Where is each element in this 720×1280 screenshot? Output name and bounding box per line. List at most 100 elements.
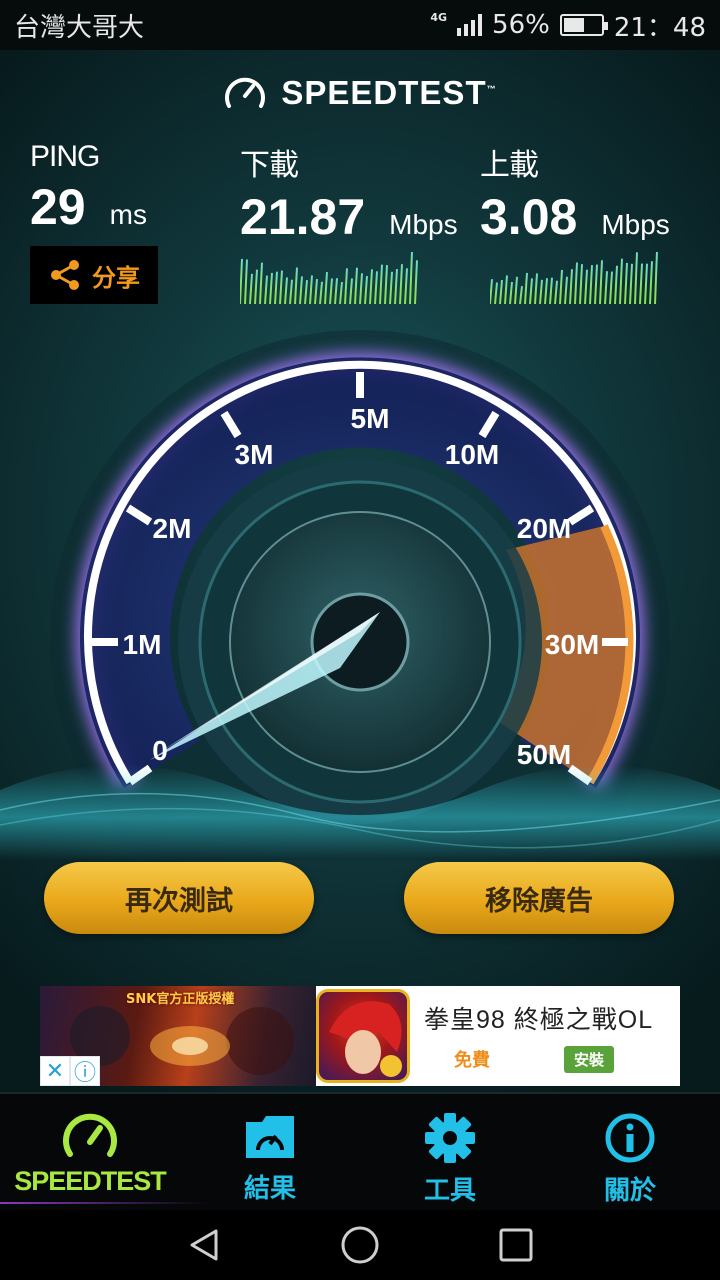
sparkline-bar [304,280,308,304]
sparkline-bar [294,267,298,304]
recents-button[interactable] [498,1227,534,1263]
sparkline-bar [524,272,528,304]
sparkline-bar [594,264,598,304]
sparkline-bar [269,272,273,304]
sparkline-bar [309,275,313,304]
sparkline-bar [399,264,403,304]
ad-price: 免費 [454,1050,490,1071]
sparkline-bar [349,278,353,304]
sparkline-bar [334,278,338,304]
ping-label: PING [30,140,100,173]
battery-percent: 56% [492,10,550,40]
tick-label-5m: 5M [351,403,390,434]
battery-icon [559,14,608,36]
sparkline-bar [274,271,278,304]
ad-promo-image[interactable]: SNK官方正版授權 ✕ ⓘ [40,986,316,1086]
ad-info-icon[interactable]: ⓘ [70,1056,100,1086]
sparkline-bar [509,281,513,304]
speedtest-app: 台灣大哥大 4G 56% 21：48 SPEEDTEST™ PING 29 ms… [0,0,720,1280]
tick-label-10m: 10M [445,439,499,470]
download-metric: 下載 21.87 Mbps [240,140,458,246]
tick-label-50m: 50M [517,739,571,770]
sparkline-bar [490,279,493,304]
tick-label-30m: 30M [545,629,599,660]
sparkline-bar [539,279,543,304]
back-triangle-icon [190,1229,218,1261]
sparkline-bar [619,258,623,304]
sparkline-bar [649,261,653,304]
sparkline-bar [554,280,558,304]
ping-unit: ms [109,199,147,230]
ad-character-art [329,1001,402,1077]
nav-label-tools: 工具 [423,1175,476,1205]
sparkline-bar [409,252,413,304]
nav-results[interactable]: 結果 [180,1094,360,1210]
tick-label-3m: 3M [235,439,274,470]
speedtest-logo-icon [225,77,266,108]
sparkline-bar [319,281,323,304]
back-button[interactable] [186,1227,222,1263]
sparkline-bar [314,278,318,304]
ad-controls: ✕ ⓘ [40,1056,100,1086]
upload-sparkline [490,252,658,304]
sparkline-bar [289,279,293,304]
upload-metric: 上載 3.08 Mbps [480,140,670,246]
sparkline-bar [404,268,408,304]
ad-info: 拳皇98 終極之戰OL 免費 安裝 [410,986,680,1086]
sparkline-bar [609,271,613,304]
sparkline-bar [394,269,398,304]
sparkline-bar [279,270,283,304]
tick-label-1m: 1M [123,629,162,660]
system-nav-bar [0,1210,720,1280]
signal-icon [457,14,483,36]
tick-label-0: 0 [152,735,168,766]
sparkline-bar [389,271,393,304]
sparkline-bar [264,275,268,304]
sparkline-bar [614,265,618,304]
battery-fill [563,18,584,32]
nav-tools[interactable]: 工具 [360,1094,540,1210]
ad-title: 拳皇98 終極之戰OL [424,1005,654,1034]
ad-cta-row: 免費 安裝 [424,1045,680,1073]
sparkline-bar [544,278,548,304]
folder-gauge-icon [246,1116,294,1158]
share-button[interactable]: 分享 [30,246,158,304]
remove-ads-button[interactable]: 移除廣告 [404,862,674,934]
home-button[interactable] [340,1225,380,1265]
nav-label-speedtest: SPEEDTEST [14,1166,167,1196]
upload-unit: Mbps [601,209,670,240]
tick-label-2m: 2M [153,513,192,544]
info-icon [605,1113,655,1163]
brand-name: SPEEDTEST [281,74,487,111]
home-circle-icon [341,1226,379,1264]
download-label: 下載 [240,149,299,182]
sparkline-bar [299,276,303,304]
sparkline-bar [529,278,533,304]
retest-button[interactable]: 再次測試 [44,862,314,934]
nav-speedtest[interactable]: SPEEDTEST [0,1094,210,1210]
sparkline-bar [654,252,658,304]
sparkline-bar [259,262,263,304]
nav-about[interactable]: 關於 [540,1094,720,1210]
trademark: ™ [486,84,497,94]
download-value-row: 21.87 Mbps [240,188,458,246]
recents-square-icon [499,1228,533,1262]
ad-install-button[interactable]: 安裝 [564,1045,615,1073]
ad-close-icon[interactable]: ✕ [40,1056,70,1086]
nav-label-results: 結果 [243,1173,296,1203]
sparkline-bar [639,263,643,304]
download-value: 21.87 [240,189,366,245]
ad-app-icon[interactable] [316,989,410,1083]
ping-value-row: 29 ms [30,178,147,236]
sparkline-bar [589,265,593,304]
download-sparkline [240,252,418,304]
sparkline-bar [624,262,628,304]
sparkline-bar [549,277,553,304]
remove-ads-label: 移除廣告 [485,885,593,917]
brand-title: SPEEDTEST™ [281,74,496,112]
ping-value: 29 [30,179,86,235]
ad-banner[interactable]: SNK官方正版授權 ✕ ⓘ 拳皇98 終極之戰OL 免費 安裝 [40,986,680,1086]
sparkline-bar [499,279,503,304]
sparkline-bar [244,259,248,304]
sparkline-bar [329,278,333,304]
